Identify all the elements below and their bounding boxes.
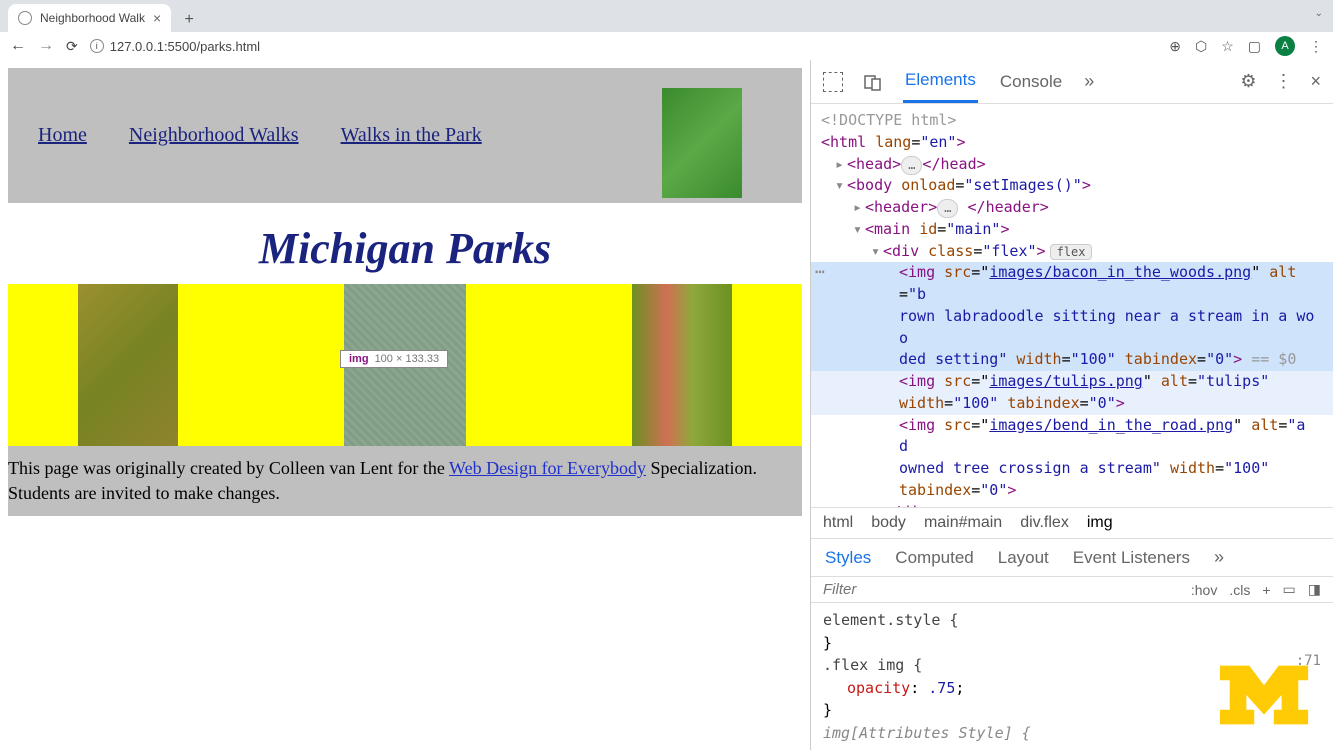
tab-console[interactable]: Console (998, 62, 1064, 102)
hov-toggle[interactable]: :hov (1191, 582, 1217, 598)
crumb-img[interactable]: img (1087, 514, 1113, 532)
dom-doctype: <!DOCTYPE html> (821, 111, 956, 129)
more-styles-tabs-icon[interactable]: » (1214, 547, 1224, 568)
url-bar: ← → ⟳ i 127.0.0.1:5500/parks.html ⊕ ⬡ ☆ … (0, 32, 1333, 60)
new-rule-button[interactable]: + (1262, 582, 1270, 598)
cls-toggle[interactable]: .cls (1229, 582, 1250, 598)
page-title: Michigan Parks (8, 223, 802, 274)
dom-img-3[interactable]: <img src="images/bend_in_the_road.png" a… (811, 415, 1333, 459)
url-text: 127.0.0.1:5500/parks.html (110, 39, 260, 54)
crumb-div-flex[interactable]: div.flex (1020, 514, 1069, 532)
site-info-icon[interactable]: i (90, 39, 104, 53)
image-bacon-woods[interactable] (78, 284, 178, 446)
dom-tree[interactable]: ⋯ <!DOCTYPE html> <html lang="en"> ▸<hea… (811, 104, 1333, 507)
sidebar-toggle-icon[interactable]: ◨ (1308, 581, 1321, 598)
close-devtools-icon[interactable]: × (1310, 71, 1321, 92)
crumb-html[interactable]: html (823, 514, 853, 532)
chevron-down-icon[interactable]: ⌄ (1315, 8, 1323, 19)
dom-div-close[interactable]: </div> (811, 502, 1333, 508)
extension-icon[interactable]: ⬡ (1195, 38, 1207, 55)
new-tab-button[interactable]: + (177, 8, 201, 32)
crumb-main[interactable]: main#main (924, 514, 1002, 532)
breadcrumb: html body main#main div.flex img (811, 507, 1333, 539)
footer-link[interactable]: Web Design for Everybody (449, 458, 646, 478)
dom-header[interactable]: ▸<header>… </header> (811, 197, 1333, 219)
nav-neighborhood-walks[interactable]: Neighborhood Walks (129, 124, 299, 147)
tab-elements[interactable]: Elements (903, 60, 978, 103)
footer-pre: This page was originally created by Coll… (8, 458, 449, 478)
dom-main[interactable]: ▾<main id="main"> (811, 219, 1333, 241)
kebab-icon[interactable]: ⋮ (1274, 71, 1292, 92)
forward-button[interactable]: → (38, 37, 54, 55)
styles-toolbar: :hov .cls + ▭ ◨ (811, 577, 1333, 603)
image-bend-road[interactable] (632, 284, 732, 446)
line-actions-icon[interactable]: ⋯ (815, 260, 825, 283)
devtools-panel: Elements Console » ⚙ ⋮ × ⋯ <!DOCTYPE htm… (810, 60, 1333, 750)
crumb-body[interactable]: body (871, 514, 906, 532)
tooltip-tag: img (349, 353, 369, 365)
tab-bar: Neighborhood Walk × + (0, 0, 1333, 32)
panel-icon[interactable]: ▢ (1248, 38, 1261, 55)
header-image (662, 88, 742, 198)
page-viewport: Home Neighborhood Walks Walks in the Par… (0, 60, 810, 750)
dom-html[interactable]: <html lang="en"> (811, 132, 1333, 154)
kebab-menu-icon[interactable]: ⋮ (1309, 38, 1323, 55)
styles-tab-bar: Styles Computed Layout Event Listeners » (811, 539, 1333, 577)
address-bar[interactable]: i 127.0.0.1:5500/parks.html (90, 39, 1158, 54)
tab-layout[interactable]: Layout (998, 548, 1049, 568)
tab-event-listeners[interactable]: Event Listeners (1073, 548, 1190, 568)
dom-body[interactable]: ▾<body onload="setImages()"> (811, 175, 1333, 197)
zoom-icon[interactable]: ⊕ (1169, 38, 1181, 55)
reload-button[interactable]: ⟳ (66, 38, 78, 55)
more-tabs-icon[interactable]: » (1084, 71, 1094, 92)
dom-img-1[interactable]: <img src="images/bacon_in_the_woods.png"… (811, 262, 1333, 306)
back-button[interactable]: ← (10, 37, 26, 55)
close-tab-icon[interactable]: × (153, 10, 161, 26)
computed-toggle-icon[interactable]: ▭ (1283, 581, 1296, 598)
devtools-tab-bar: Elements Console » ⚙ ⋮ × (811, 60, 1333, 104)
browser-tab[interactable]: Neighborhood Walk × (8, 4, 171, 32)
globe-icon (18, 11, 32, 25)
dom-head[interactable]: ▸<head>…</head> (811, 154, 1333, 176)
inspect-icon[interactable] (823, 72, 843, 92)
tab-styles[interactable]: Styles (825, 548, 871, 568)
michigan-logo (1215, 660, 1313, 730)
tab-computed[interactable]: Computed (895, 548, 973, 568)
settings-icon[interactable]: ⚙ (1240, 71, 1256, 92)
tooltip-dimensions: 100 × 133.33 (375, 353, 440, 365)
profile-avatar[interactable]: A (1275, 36, 1295, 56)
tab-title: Neighborhood Walk (40, 11, 145, 25)
bookmark-icon[interactable]: ☆ (1221, 38, 1234, 55)
page-header: Home Neighborhood Walks Walks in the Par… (8, 68, 802, 203)
styles-pane[interactable]: element.style { } :71 .flex img { opacit… (811, 603, 1333, 750)
element-tooltip: img 100 × 133.33 (340, 350, 448, 368)
device-toggle-icon[interactable] (863, 72, 883, 92)
dom-div-flex[interactable]: ▾<div class="flex">flex (811, 241, 1333, 263)
toolbar-icons: ⊕ ⬡ ☆ ▢ A ⋮ (1169, 36, 1323, 56)
browser-chrome: Neighborhood Walk × + ⌄ ← → ⟳ i 127.0.0.… (0, 0, 1333, 60)
rule-element-style[interactable]: element.style { (823, 609, 1321, 632)
styles-filter-input[interactable] (823, 581, 1179, 598)
page-footer: This page was originally created by Coll… (8, 446, 802, 516)
nav-home[interactable]: Home (38, 124, 87, 147)
nav-walks-in-the-park[interactable]: Walks in the Park (341, 124, 482, 147)
dom-img-2[interactable]: <img src="images/tulips.png" alt="tulips… (811, 371, 1333, 393)
